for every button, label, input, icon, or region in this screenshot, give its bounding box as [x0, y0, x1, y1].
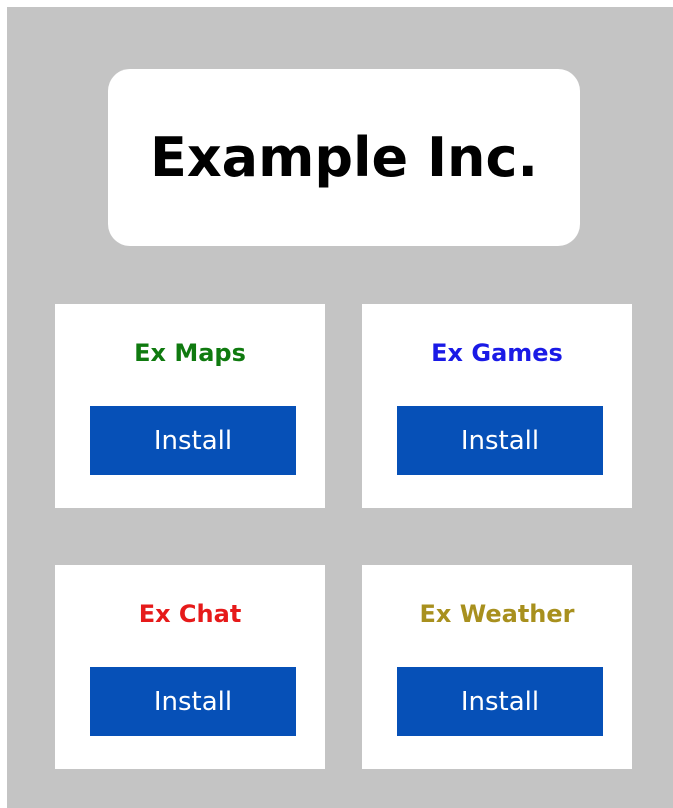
company-title: Example Inc.	[149, 126, 539, 189]
app-card-maps: Ex Maps Install	[55, 304, 325, 508]
app-name: Ex Games	[431, 339, 563, 367]
app-name: Ex Weather	[419, 600, 575, 628]
app-card-games: Ex Games Install	[362, 304, 632, 508]
header-card: Example Inc.	[108, 69, 580, 246]
install-button[interactable]: Install	[397, 406, 603, 475]
app-card-chat: Ex Chat Install	[55, 565, 325, 769]
install-button[interactable]: Install	[397, 667, 603, 736]
app-card-weather: Ex Weather Install	[362, 565, 632, 769]
app-name: Ex Chat	[138, 600, 242, 628]
app-store-page: Example Inc. Ex Maps Install Ex Games In…	[7, 7, 673, 808]
install-button[interactable]: Install	[90, 667, 296, 736]
install-button[interactable]: Install	[90, 406, 296, 475]
app-name: Ex Maps	[134, 339, 246, 367]
